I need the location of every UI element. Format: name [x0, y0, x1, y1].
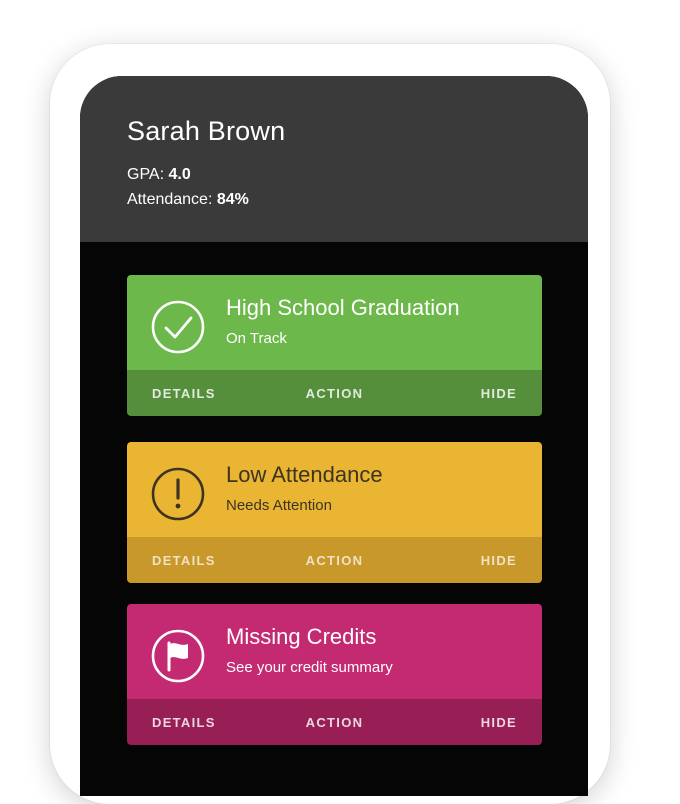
exclamation-circle-icon [151, 467, 205, 521]
student-header: Sarah Brown GPA: 4.0 Attendance: 84% [80, 76, 588, 242]
card-body[interactable]: High School Graduation On Track [127, 275, 542, 370]
attendance-stat: Attendance: 84% [127, 191, 249, 209]
phone-screen: Sarah Brown GPA: 4.0 Attendance: 84% Hig… [80, 76, 588, 796]
gpa-stat: GPA: 4.0 [127, 166, 191, 184]
card-action-bar: DETAILS ACTION HIDE [127, 699, 542, 745]
card-title: Missing Credits [226, 624, 377, 649]
graduation-card[interactable]: High School Graduation On Track DETAILS … [127, 275, 542, 416]
hide-button[interactable]: HIDE [481, 553, 517, 568]
card-body[interactable]: Low Attendance Needs Attention [127, 442, 542, 537]
attendance-value: 84% [216, 191, 249, 208]
details-button[interactable]: DETAILS [152, 715, 216, 730]
hide-button[interactable]: HIDE [481, 715, 517, 730]
card-body[interactable]: Missing Credits See your credit summary [127, 604, 542, 699]
action-button[interactable]: ACTION [306, 386, 364, 401]
card-status: See your credit summary [226, 659, 393, 676]
gpa-value: 4.0 [168, 166, 191, 183]
details-button[interactable]: DETAILS [152, 386, 216, 401]
check-circle-icon [151, 300, 205, 354]
card-action-bar: DETAILS ACTION HIDE [127, 537, 542, 583]
card-title: High School Graduation [226, 295, 460, 320]
card-action-bar: DETAILS ACTION HIDE [127, 370, 542, 416]
low-attendance-card[interactable]: Low Attendance Needs Attention DETAILS A… [127, 442, 542, 583]
flag-circle-icon [151, 629, 205, 683]
details-button[interactable]: DETAILS [152, 553, 216, 568]
card-status: Needs Attention [226, 497, 332, 514]
student-name: Sarah Brown [127, 116, 286, 146]
gpa-label: GPA: [127, 166, 165, 183]
action-button[interactable]: ACTION [306, 553, 364, 568]
card-status: On Track [226, 330, 287, 347]
action-button[interactable]: ACTION [306, 715, 364, 730]
hide-button[interactable]: HIDE [481, 386, 517, 401]
attendance-label: Attendance: [127, 191, 213, 208]
card-title: Low Attendance [226, 462, 383, 487]
missing-credits-card[interactable]: Missing Credits See your credit summary … [127, 604, 542, 745]
